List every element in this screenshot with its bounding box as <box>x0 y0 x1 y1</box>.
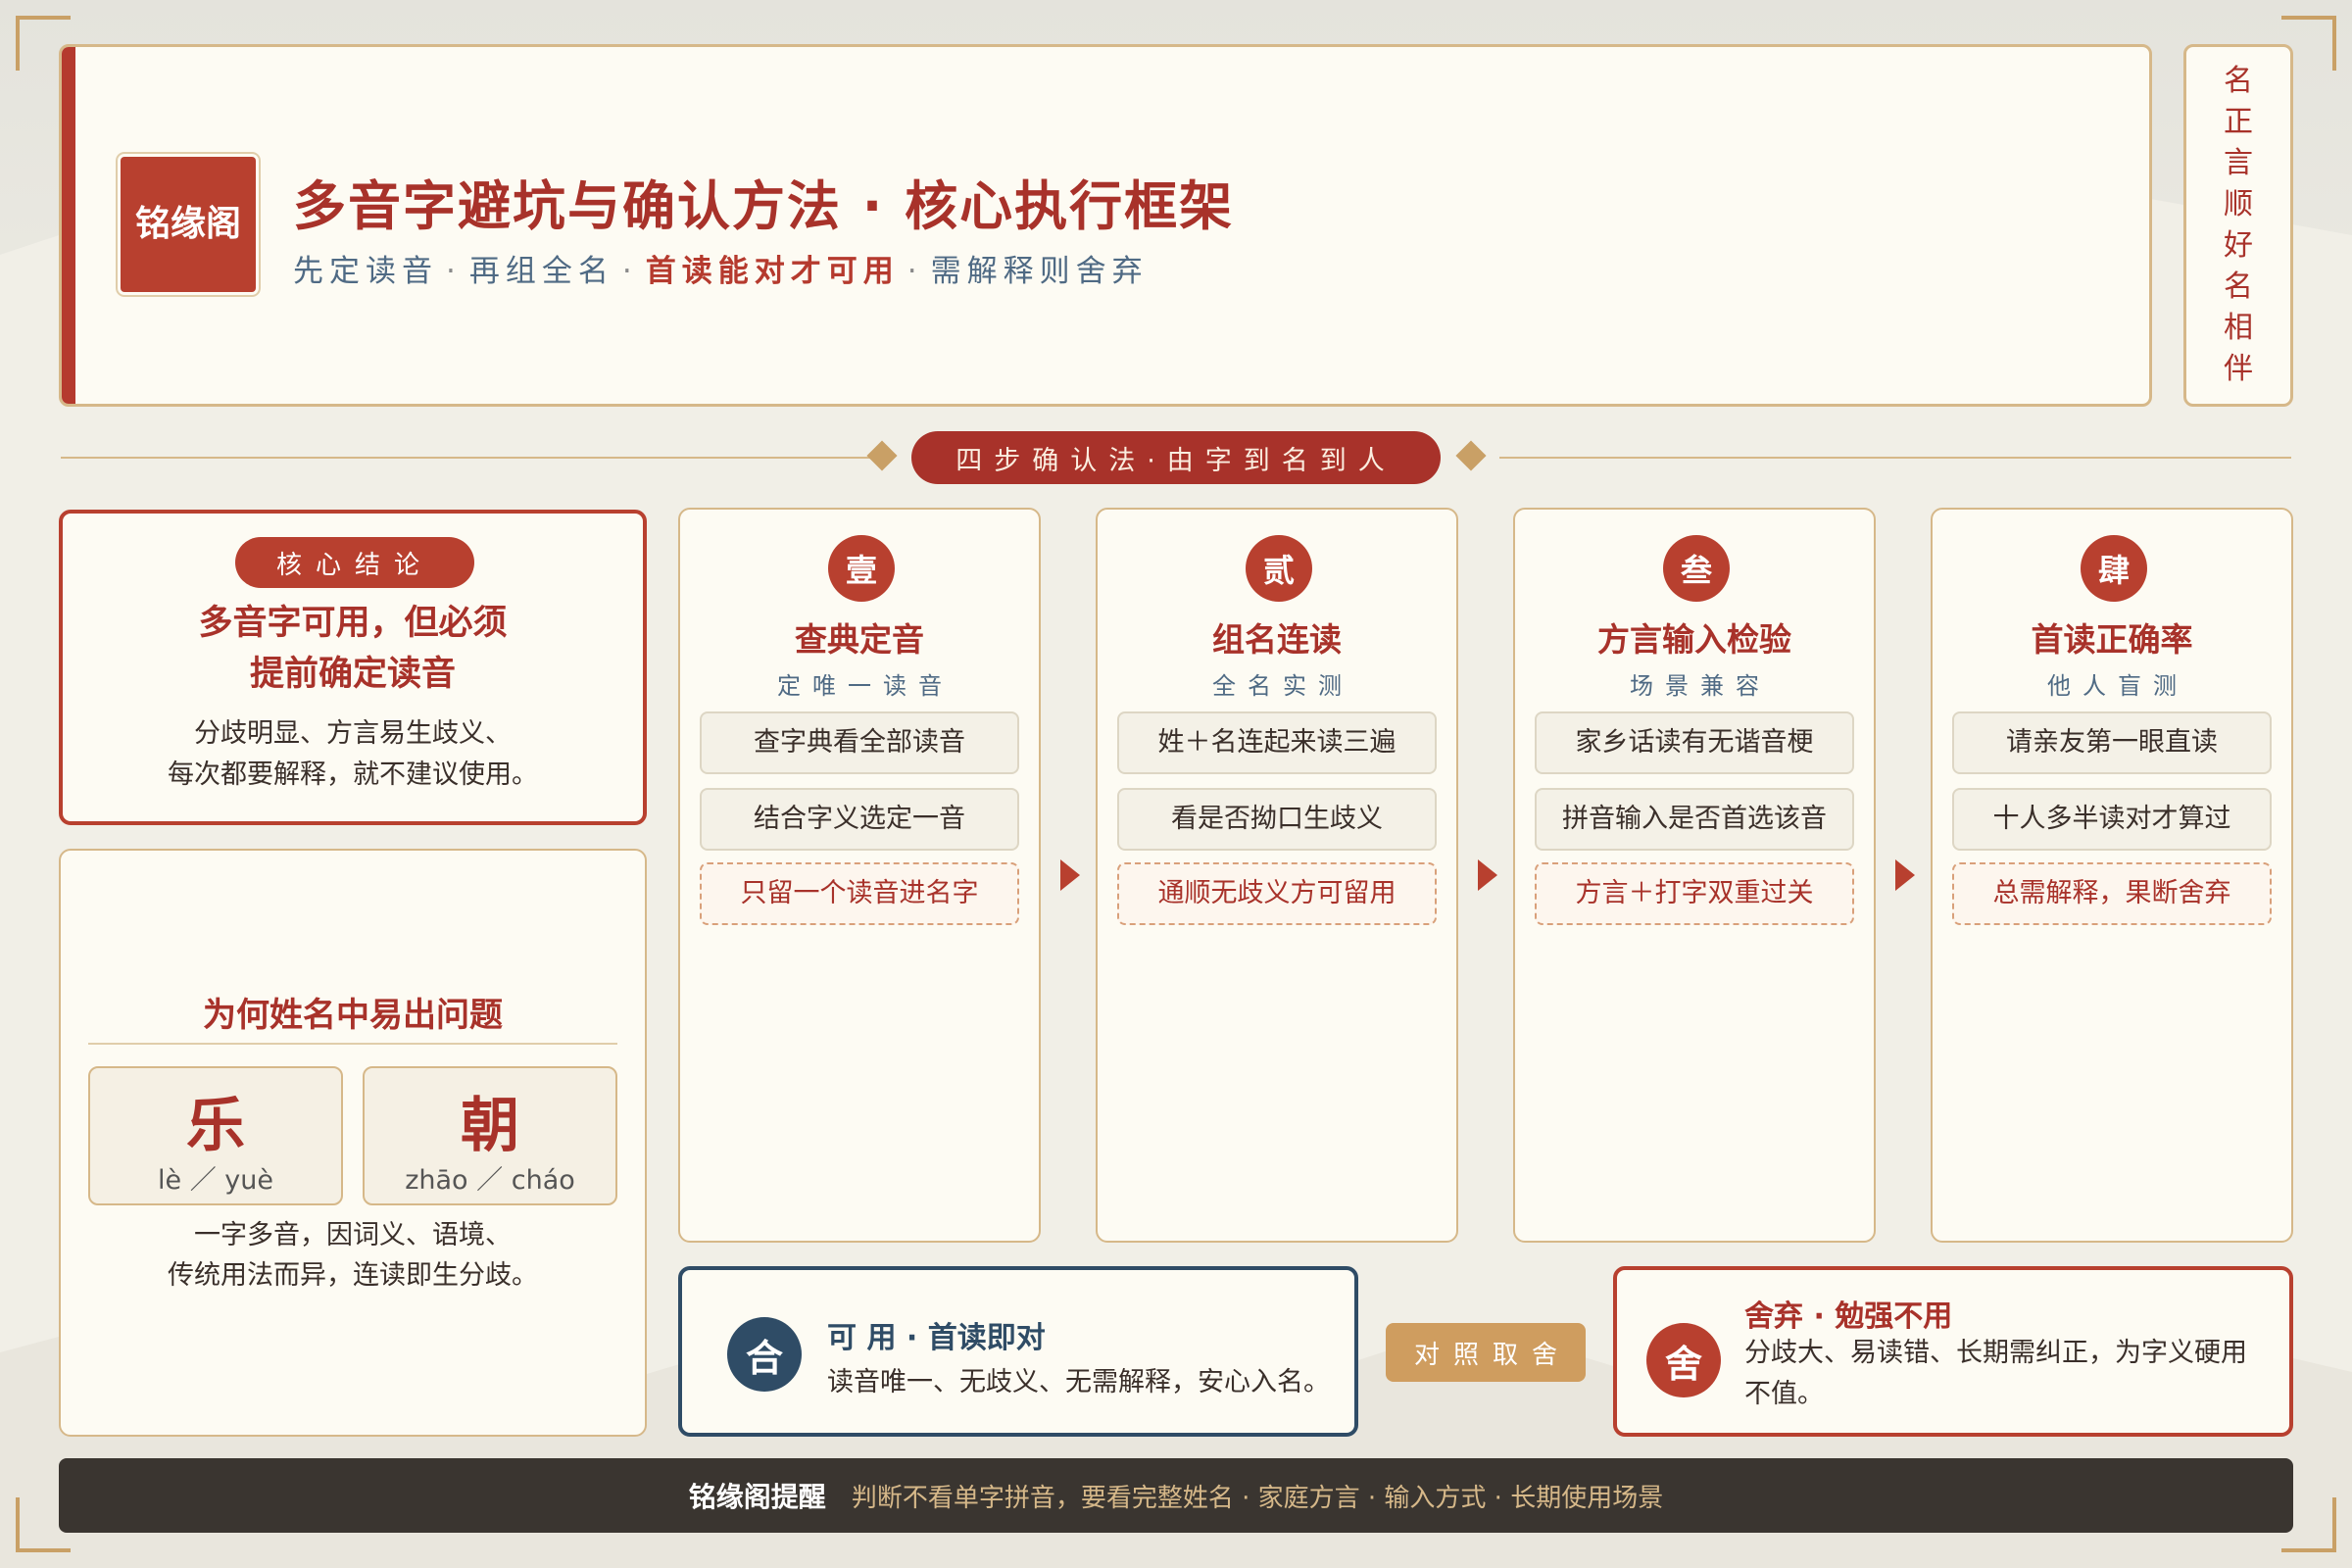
subtitle-part-2: 再组全名 <box>468 254 614 289</box>
motto-char: 伴 <box>2224 352 2253 386</box>
step-item: 看是否拗口生歧义 <box>1117 788 1437 851</box>
step-item: 结合字义选定一音 <box>700 788 1019 851</box>
motto-char: 好 <box>2224 228 2253 263</box>
motto-char: 名 <box>2224 270 2253 304</box>
step-item: 姓＋名连起来读三遍 <box>1117 711 1437 774</box>
motto-char: 言 <box>2224 146 2253 180</box>
why-title: 为何姓名中易出问题 <box>203 996 503 1035</box>
page-subtitle: 先定读音 · 再组全名 · 首读能对才可用 · 需解释则舍弃 <box>293 246 1149 290</box>
why-divider <box>88 1043 617 1045</box>
step-number-badge: 叁 <box>1663 535 1730 602</box>
step-card-4: 肆 首读正确率 他人盲测 请亲友第一眼直读 十人多半读对才算过 总需解释，果断舍… <box>1931 508 2293 1243</box>
step-title: 组名连读 <box>1212 620 1342 659</box>
step-number-badge: 肆 <box>2081 535 2147 602</box>
step-highlight: 只留一个读音进名字 <box>700 862 1019 925</box>
compare-label: 对照取舍 <box>1386 1323 1586 1382</box>
footer-brand: 铭缘阁提醒 <box>688 1481 826 1513</box>
subtitle-part-4: 需解释则舍弃 <box>930 254 1149 289</box>
step-number-badge: 贰 <box>1246 535 1312 602</box>
discard-verdict-card: 舍 舍弃 · 勉强不用 分歧大、易读错、长期需纠正，为字义硬用不值。 <box>1613 1266 2293 1437</box>
divider-line-right <box>1499 457 2291 459</box>
footer-reminder-bar: 铭缘阁提醒 判断不看单字拼音，要看完整姓名 · 家庭方言 · 输入方式 · 长期… <box>59 1458 2293 1533</box>
subtitle-part-1: 先定读音 <box>293 254 438 289</box>
usable-title: 可 用 · 首读即对 <box>827 1321 1046 1355</box>
arrow-right-icon <box>1478 859 1497 891</box>
core-headline: 多音字可用，但必须 提前确定读音 <box>63 598 643 700</box>
example-char: 乐 <box>186 1092 245 1160</box>
core-body-line: 每次都要解释，就不建议使用。 <box>168 760 538 790</box>
step-item: 十人多半读对才算过 <box>1952 788 2272 851</box>
why-problem-card: 为何姓名中易出问题 乐 lè ／ yuè 朝 zhāo ／ cháo 一字多音，… <box>59 849 647 1437</box>
core-headline-line: 多音字可用，但必须 <box>198 604 508 643</box>
discard-symbol: 舍 <box>1646 1323 1721 1397</box>
usable-verdict-card: 合 可 用 · 首读即对 读音唯一、无歧义、无需解释，安心入名。 <box>678 1266 1358 1437</box>
step-highlight: 方言＋打字双重过关 <box>1535 862 1854 925</box>
core-conclusion-card: 核心结论 多音字可用，但必须 提前确定读音 分歧明显、方言易生歧义、 每次都要解… <box>59 510 647 825</box>
step-title: 方言输入检验 <box>1597 620 1791 659</box>
subtitle-part-3: 首读能对才可用 <box>645 254 900 289</box>
motto-char: 相 <box>2224 311 2253 345</box>
step-item: 拼音输入是否首选该音 <box>1535 788 1854 851</box>
divider-line-left <box>61 457 892 459</box>
step-title: 查典定音 <box>795 620 924 659</box>
subtitle-separator: · <box>621 254 638 289</box>
page-title: 多音字避坑与确认方法 · 核心执行框架 <box>293 175 1235 237</box>
motto-char: 顺 <box>2224 187 2253 221</box>
why-body-line: 传统用法而异，连读即生分歧。 <box>168 1260 538 1291</box>
subtitle-separator: · <box>906 254 923 289</box>
core-headline-line: 提前确定读音 <box>249 655 456 694</box>
step-card-3: 叁 方言输入检验 场景兼容 家乡话读有无谐音梗 拼音输入是否首选该音 方言＋打字… <box>1513 508 1876 1243</box>
footer-message: 判断不看单字拼音，要看完整姓名 · 家庭方言 · 输入方式 · 长期使用场景 <box>851 1483 1664 1513</box>
vertical-motto: 名 正 言 顺 好 名 相 伴 <box>2183 44 2293 407</box>
polyphone-example-card: 朝 zhāo ／ cháo <box>363 1066 617 1205</box>
core-badge: 核心结论 <box>235 537 474 588</box>
core-body: 分歧明显、方言易生歧义、 每次都要解释，就不建议使用。 <box>63 713 643 796</box>
step-subtitle: 全名实测 <box>1212 672 1353 700</box>
step-subtitle: 他人盲测 <box>2047 672 2188 700</box>
example-pinyin: lè ／ yuè <box>158 1165 273 1196</box>
arrow-right-icon <box>1060 859 1080 891</box>
discard-description: 分歧大、易读错、长期需纠正，为字义硬用不值。 <box>1744 1338 2247 1409</box>
why-body: 一字多音，因词义、语境、 传统用法而异，连读即生分歧。 <box>61 1215 645 1296</box>
header-accent-bar <box>62 47 75 404</box>
usable-description: 读音唯一、无歧义、无需解释，安心入名。 <box>827 1367 1330 1397</box>
section-heading: 四步确认法·由字到名到人 <box>911 431 1441 484</box>
step-item: 请亲友第一眼直读 <box>1952 711 2272 774</box>
header-banner: 铭缘阁 多音字避坑与确认方法 · 核心执行框架 先定读音 · 再组全名 · 首读能对才可… <box>59 44 2152 407</box>
example-char: 朝 <box>461 1092 519 1160</box>
step-highlight: 总需解释，果断舍弃 <box>1952 862 2272 925</box>
step-subtitle: 场景兼容 <box>1630 672 1771 700</box>
step-title: 首读正确率 <box>2031 620 2193 659</box>
step-item: 家乡话读有无谐音梗 <box>1535 711 1854 774</box>
subtitle-separator: · <box>446 254 462 289</box>
step-card-2: 贰 组名连读 全名实测 姓＋名连起来读三遍 看是否拗口生歧义 通顺无歧义方可留用 <box>1096 508 1458 1243</box>
motto-char: 名 <box>2224 64 2253 98</box>
polyphone-example-card: 乐 lè ／ yuè <box>88 1066 343 1205</box>
core-body-line: 分歧明显、方言易生歧义、 <box>194 718 512 749</box>
brand-seal: 铭缘阁 <box>121 157 256 292</box>
usable-symbol: 合 <box>727 1317 802 1392</box>
discard-title: 舍弃 · 勉强不用 <box>1744 1299 1953 1334</box>
step-card-1: 壹 查典定音 定唯一读音 查字典看全部读音 结合字义选定一音 只留一个读音进名字 <box>678 508 1041 1243</box>
step-highlight: 通顺无歧义方可留用 <box>1117 862 1437 925</box>
arrow-right-icon <box>1895 859 1915 891</box>
why-body-line: 一字多音，因词义、语境、 <box>194 1220 512 1250</box>
step-number-badge: 壹 <box>828 535 895 602</box>
step-item: 查字典看全部读音 <box>700 711 1019 774</box>
step-subtitle: 定唯一读音 <box>777 672 954 700</box>
example-pinyin: zhāo ／ cháo <box>405 1165 575 1196</box>
motto-char: 正 <box>2224 105 2253 139</box>
